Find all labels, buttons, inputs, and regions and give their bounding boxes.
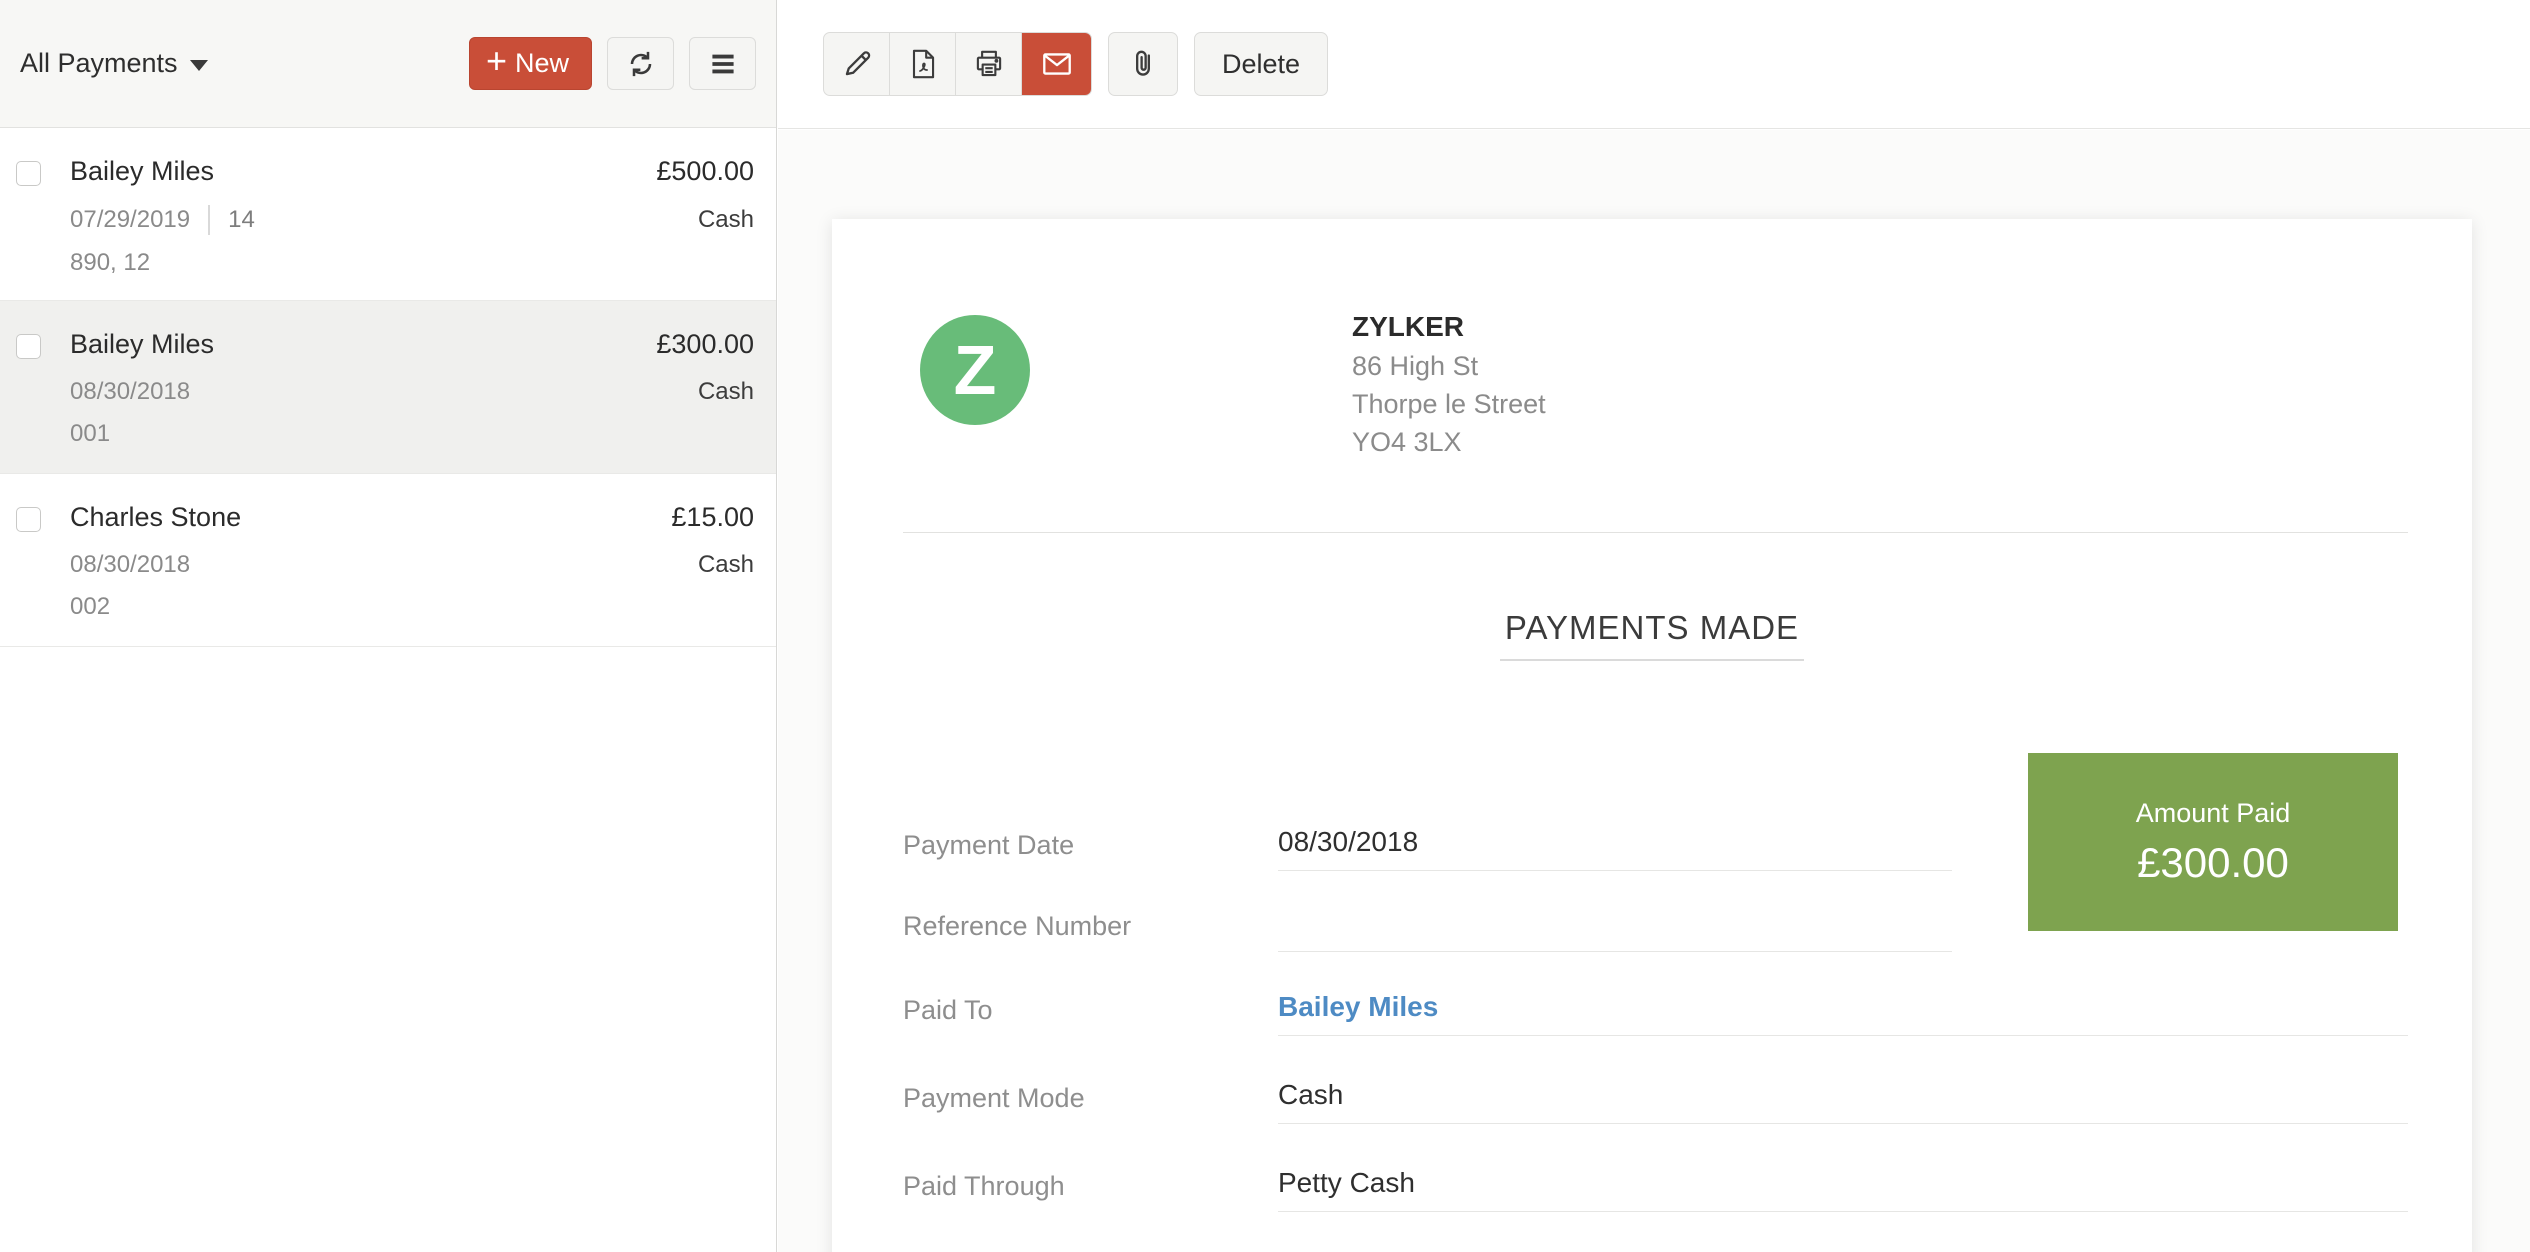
payment-list-item[interactable]: Charles Stone £15.00 08/30/2018 Cash 002	[0, 474, 776, 647]
row-line-2: 07/29/2019 14 Cash	[70, 205, 754, 235]
list-header: All Payments + New	[0, 0, 776, 128]
row-line-1: Bailey Miles £300.00	[70, 329, 754, 360]
paperclip-icon	[1125, 46, 1161, 82]
document-title: PAYMENTS MADE	[1499, 609, 1805, 661]
menu-icon	[705, 46, 741, 82]
field-paid-to: Paid To Bailey Miles	[903, 980, 2408, 1036]
payment-detail-panel: Delete Z ZYLKER 86 High St Thorpe le Str…	[778, 0, 2530, 1252]
payments-list-panel: All Payments + New Bailey Miles £500.00 …	[0, 0, 777, 1252]
company-logo: Z	[920, 315, 1030, 425]
print-button[interactable]	[956, 33, 1022, 95]
field-payment-date: Payment Date 08/30/2018	[903, 815, 2408, 871]
field-value: Cash	[1278, 1068, 2408, 1124]
field-label: Paid Through	[903, 1171, 1065, 1201]
payment-reference: 002	[70, 593, 111, 620]
payment-date: 08/30/2018	[70, 378, 191, 405]
envelope-icon	[1039, 46, 1075, 82]
field-value: 08/30/2018	[1278, 815, 1952, 871]
detail-toolbar: Delete	[778, 0, 2530, 129]
field-value	[1278, 896, 1952, 952]
field-label: Paid To	[903, 995, 993, 1025]
payee-name: Charles Stone	[70, 502, 242, 532]
payment-date: 08/30/2018	[70, 551, 191, 578]
row-checkbox[interactable]	[16, 161, 41, 186]
payment-list-item[interactable]: Bailey Miles £500.00 07/29/2019 14 Cash …	[0, 128, 776, 301]
field-label: Payment Mode	[903, 1083, 1085, 1113]
list-menu-button[interactable]	[689, 37, 756, 90]
payee-name: Bailey Miles	[70, 156, 215, 186]
field-label: Payment Date	[903, 830, 1075, 860]
field-reference-number: Reference Number	[903, 896, 2408, 952]
detail-content-area: Z ZYLKER 86 High St Thorpe le Street YO4…	[778, 130, 2530, 1252]
payment-amount: £15.00	[671, 502, 754, 532]
company-name: ZYLKER	[1352, 311, 1464, 342]
plus-icon: +	[485, 40, 507, 81]
logo-letter: Z	[953, 331, 997, 409]
header-divider	[903, 532, 2408, 533]
payment-amount: £300.00	[656, 329, 754, 359]
payee-name: Bailey Miles	[70, 329, 215, 359]
pdf-icon	[905, 46, 941, 82]
field-value: Petty Cash	[1278, 1156, 2408, 1212]
new-payment-button[interactable]: + New	[468, 37, 592, 90]
date-badge-divider	[208, 205, 211, 235]
paid-to-link[interactable]: Bailey Miles	[1278, 980, 2408, 1036]
refresh-button[interactable]	[607, 37, 674, 90]
company-address-line: 86 High St	[1352, 351, 1479, 381]
payment-reference: 890, 12	[70, 249, 151, 276]
payments-filter-dropdown[interactable]: All Payments	[20, 48, 208, 79]
pdf-button[interactable]	[890, 33, 956, 95]
email-button[interactable]	[1022, 33, 1091, 95]
company-block: ZYLKER 86 High St Thorpe le Street YO4 3…	[1352, 307, 1546, 461]
row-line-1: Charles Stone £15.00	[70, 502, 754, 533]
company-address-line: Thorpe le Street	[1352, 389, 1546, 419]
toolbar-button-group	[823, 32, 1092, 96]
delete-button[interactable]: Delete	[1194, 32, 1329, 96]
payment-amount: £500.00	[656, 156, 754, 186]
payment-mode: Cash	[697, 206, 754, 233]
payment-document: Z ZYLKER 86 High St Thorpe le Street YO4…	[832, 219, 2472, 1252]
payment-badge: 14	[228, 206, 255, 233]
row-line-2: 08/30/2018 Cash	[70, 551, 754, 579]
edit-button[interactable]	[824, 33, 890, 95]
payment-reference: 001	[70, 420, 111, 447]
field-payment-mode: Payment Mode Cash	[903, 1068, 2408, 1124]
payment-list-item-selected[interactable]: Bailey Miles £300.00 08/30/2018 Cash 001	[0, 301, 776, 474]
document-title-wrap: PAYMENTS MADE	[832, 609, 2472, 661]
row-checkbox[interactable]	[16, 334, 41, 359]
row-line-1: Bailey Miles £500.00	[70, 156, 754, 187]
payment-mode: Cash	[697, 551, 754, 578]
field-label: Reference Number	[903, 911, 1132, 941]
payment-date: 07/29/2019	[70, 206, 191, 233]
refresh-icon	[623, 46, 659, 82]
printer-icon	[971, 46, 1007, 82]
payment-mode: Cash	[697, 378, 754, 405]
pencil-icon	[839, 46, 875, 82]
field-paid-through: Paid Through Petty Cash	[903, 1156, 2408, 1212]
caret-down-icon	[189, 60, 208, 71]
attachment-button[interactable]	[1108, 32, 1178, 96]
row-line-2: 08/30/2018 Cash	[70, 378, 754, 406]
new-button-label: New	[514, 48, 569, 78]
filter-label: All Payments	[20, 48, 178, 78]
company-address-line: YO4 3LX	[1352, 427, 1462, 457]
delete-button-label: Delete	[1222, 48, 1301, 79]
payments-app: All Payments + New Bailey Miles £500.00 …	[0, 0, 2530, 1252]
row-checkbox[interactable]	[16, 507, 41, 532]
